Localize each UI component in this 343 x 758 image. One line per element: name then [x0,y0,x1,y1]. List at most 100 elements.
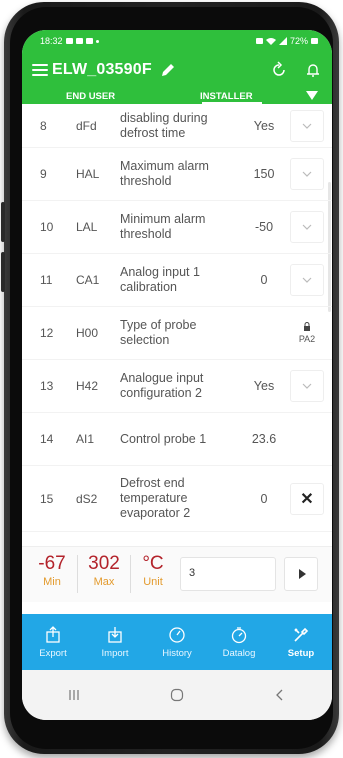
tab-end-user[interactable]: END USER [66,91,115,102]
system-nav-bar [22,670,332,720]
row-description: Type of probe selection [120,318,197,347]
nav-export[interactable]: Export [25,625,81,659]
dropdown-button[interactable] [290,370,324,402]
min-value: -67 [38,553,66,574]
row-description: Defrost end temperature evaporator 2 [120,476,191,520]
divider [77,555,78,593]
device-title: ELW_03590F [52,61,152,78]
notification-icon [65,38,73,44]
row-number: 10 [40,220,54,234]
row-number: 12 [40,326,54,340]
max-value: 302 [88,553,120,574]
row-code: H00 [76,326,99,340]
phone-side-button [1,202,5,242]
wifi-icon [265,38,276,45]
menu-icon[interactable] [32,64,48,76]
row-number: 15 [40,491,54,506]
nav-setup[interactable]: Setup [273,626,329,659]
tab-dropdown-arrow-icon[interactable] [306,91,318,100]
nav-datalog[interactable]: Datalog [211,626,267,659]
row-code: dS2 [76,491,98,506]
dropdown-button[interactable] [290,211,324,243]
nav-import[interactable]: Import [87,626,143,659]
lock-indicator: PA2 [290,322,324,344]
app-bar: ELW_03590F [22,52,332,88]
row-description: Control probe 1 [120,431,207,446]
status-right: 72% [255,36,318,46]
row-number: 11 [40,273,53,287]
chevron-down-icon [302,123,312,129]
row-number: 14 [40,432,54,446]
notification-icon [85,38,93,44]
battery-icon [311,38,318,44]
dropdown-button[interactable] [290,264,324,296]
nav-history-label: History [162,647,192,659]
table-row: 15 dS2 Defrost end temperature evaporato… [22,466,332,532]
battery-percent: 72% [289,36,308,46]
bell-icon[interactable] [304,61,322,79]
summary-bar: -67 Min 302 Max °C Unit 3 [22,546,332,602]
lock-level-label: PA2 [298,334,316,344]
tabs-bar: END USER INSTALLER [22,88,332,104]
home-icon [170,688,184,702]
lock-icon [304,322,310,331]
dropdown-button[interactable] [290,109,324,142]
min-label: Min [43,576,61,588]
play-icon [298,569,306,579]
divider [130,555,131,593]
chevron-down-icon [302,224,312,230]
export-icon [46,625,60,643]
max-label: Max [93,576,115,588]
row-value: 23.6 [251,432,277,446]
dropdown-button[interactable] [290,158,324,190]
tab-installer[interactable]: INSTALLER [200,91,253,102]
row-value: Yes [253,379,275,393]
table-row: 10 LAL Minimum alarm threshold -50 [22,201,332,254]
row-number: 13 [40,379,54,393]
nav-export-label: Export [39,647,67,659]
refresh-icon[interactable] [270,61,288,79]
row-code: CA1 [76,273,100,287]
row-code: dFd [76,118,97,133]
edit-pencil-icon[interactable] [160,62,176,78]
close-button[interactable]: ✕ [290,482,324,515]
signal-icon [278,37,287,45]
table-row: 8 dFd disabling during defrost time Yes [22,104,332,148]
status-time: 18:32 [40,36,63,46]
table-row: 9 HAL Maximum alarm threshold 150 [22,148,332,201]
nav-history[interactable]: History [149,626,205,659]
tools-icon [294,627,309,642]
nav-import-label: Import [101,647,129,659]
row-description: Maximum alarm threshold [120,159,209,188]
back-button[interactable] [260,685,300,705]
row-value: Yes [253,118,275,133]
row-description: Analog input 1 calibration [120,265,200,294]
phone-side-button [1,252,5,292]
row-description: disabling during defrost time [120,110,208,140]
value-input[interactable]: 3 [180,557,276,591]
bottom-nav: Export Import History Datalog Setup [22,614,332,670]
row-code: H42 [76,379,99,393]
table-row: 13 H42 Analogue input configuration 2 Ye… [22,360,332,413]
row-code: AI1 [76,432,95,446]
row-number: 8 [40,118,47,133]
chevron-down-icon [302,171,312,177]
send-button[interactable] [284,557,318,591]
dot-icon [95,39,99,43]
back-chevron-icon [276,689,283,701]
chevron-down-icon [302,383,312,389]
home-button[interactable] [157,685,197,705]
row-description: Analogue input configuration 2 [120,371,204,400]
table-row: 12 H00 Type of probe selection PA2 [22,307,332,360]
status-left: 18:32 [40,36,99,46]
max-block: 302 Max [82,553,126,588]
recent-apps-button[interactable] [54,685,94,705]
row-number: 9 [40,167,47,181]
unit-label: Unit [143,576,163,588]
row-value: -50 [254,220,274,234]
row-value: 150 [253,167,275,181]
parameter-list[interactable]: 8 dFd disabling during defrost time Yes … [22,104,332,546]
table-row: 14 AI1 Control probe 1 23.6 [22,413,332,466]
status-bar: 18:32 72% [22,30,332,52]
row-code: LAL [76,220,98,234]
